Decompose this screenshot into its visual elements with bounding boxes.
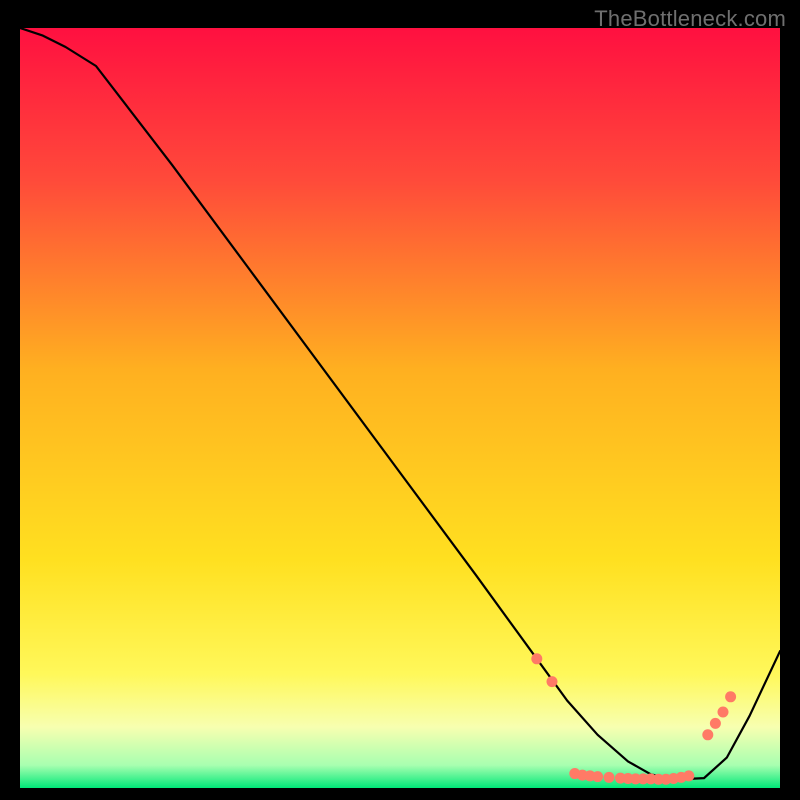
data-marker xyxy=(718,707,729,718)
data-marker xyxy=(683,770,694,781)
data-marker xyxy=(710,718,721,729)
data-marker xyxy=(531,653,542,664)
chart-area xyxy=(20,28,780,788)
data-marker xyxy=(547,676,558,687)
data-marker xyxy=(702,729,713,740)
chart-svg xyxy=(20,28,780,788)
data-marker xyxy=(725,691,736,702)
data-marker xyxy=(592,771,603,782)
chart-background-gradient xyxy=(20,28,780,788)
data-marker xyxy=(604,772,615,783)
